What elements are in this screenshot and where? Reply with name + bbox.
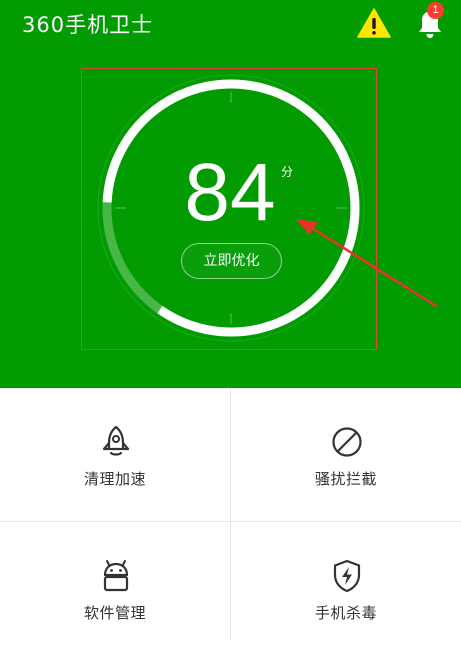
tile-label: 软件管理: [83, 604, 146, 622]
feature-grid: 清理加速 骚扰拦截 软件管理 手机杀毒: [0, 388, 461, 640]
tile-label: 骚扰拦截: [314, 470, 377, 488]
tile-label: 清理加速: [83, 470, 146, 488]
annotation-arrow: [296, 219, 438, 308]
shield-bolt-icon: [333, 559, 361, 593]
rocket-icon: [102, 425, 130, 456]
header: 360手机卫士 1 84 分 立即优化: [0, 0, 461, 388]
tile-clean-speedup[interactable]: 清理加速: [0, 388, 230, 521]
tile-software-manage[interactable]: 软件管理: [0, 522, 230, 655]
tile-harassment-block[interactable]: 骚扰拦截: [231, 388, 461, 521]
tile-antivirus[interactable]: 手机杀毒: [231, 522, 461, 655]
tile-label: 手机杀毒: [314, 604, 377, 622]
block-icon: [332, 427, 362, 457]
android-icon: [103, 560, 129, 592]
